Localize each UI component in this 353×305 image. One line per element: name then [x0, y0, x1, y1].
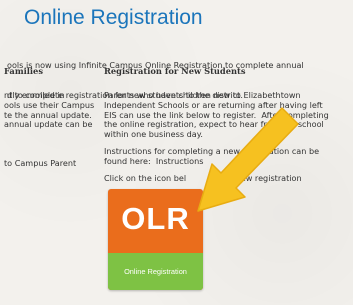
instructions-prefix: found here:	[104, 155, 151, 166]
olr-caption: Online Registration	[108, 253, 203, 290]
new-students-heading: Registration for New Students	[104, 66, 246, 76]
pointer-arrow-icon	[170, 95, 300, 250]
page-title: Online Registration	[24, 6, 203, 29]
returning-families-column: Families ntly enrolled in ools use their…	[4, 66, 96, 296]
left-text-line: annual update can be	[4, 119, 93, 130]
families-heading: Families	[4, 66, 43, 76]
left-text-line: to Campus Parent	[4, 158, 77, 169]
